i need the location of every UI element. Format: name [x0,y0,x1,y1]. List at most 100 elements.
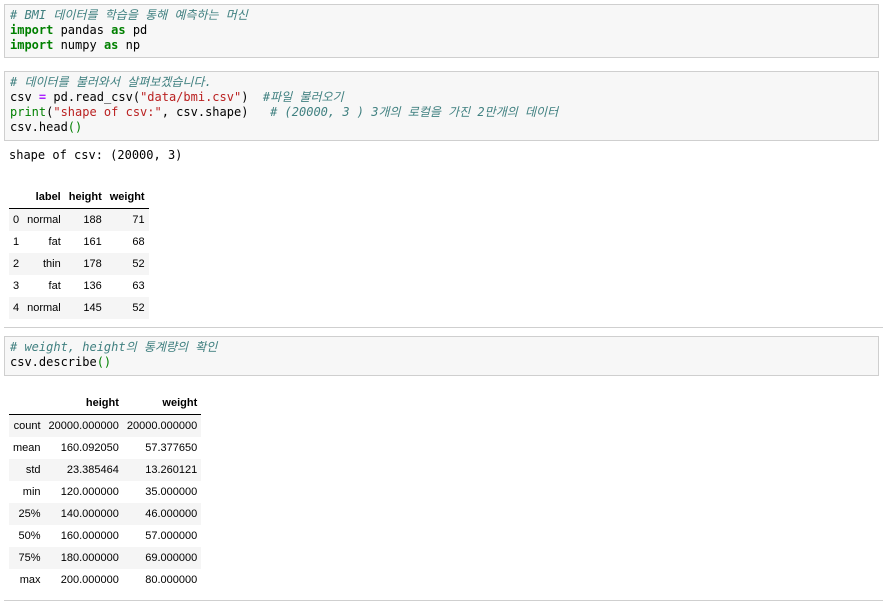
table-row: count 20000.000000 20000.000000 [9,414,202,437]
index-header [9,392,45,415]
stat-name: 75% [18,552,41,564]
cell-height: 200.000000 [60,574,119,586]
cell-weight: 63 [132,280,145,292]
column-header-weight: weight [162,397,198,409]
code-line: csv.describe() [10,355,873,370]
column-header-label: label [35,191,61,203]
code-token: # BMI 데이터를 학습을 통해 예측하는 머신 [10,8,248,22]
cell-height: 23.385464 [66,464,119,476]
code-token: # (20000, 3 ) 3개의 로컬을 가진 2만개의 데이터 [270,105,559,119]
stat-name: 25% [18,508,41,520]
cell-weight: 71 [132,214,145,226]
code-cell-describe[interactable]: # weight, height의 통계량의 확인 csv.describe() [4,336,879,376]
code-line: # weight, height의 통계량의 확인 [10,340,873,355]
cell-weight: 20000.000000 [126,420,198,432]
code-line: csv = pd.read_csv("data/bmi.csv") #파일 불러… [10,90,873,105]
cell-height: 160.092050 [60,442,119,454]
code-token: csv [10,90,39,104]
code-token: as [103,38,119,52]
row-index: 2 [13,258,20,270]
code-line: print("shape of csv:", csv.shape) # (200… [10,105,873,120]
table-row: mean 160.092050 57.377650 [9,437,202,459]
cell-weight: 68 [132,236,145,248]
code-cell-import[interactable]: # BMI 데이터를 학습을 통해 예측하는 머신 import pandas a… [4,4,879,58]
code-token: "shape of csv:" [53,105,162,119]
code-line: # BMI 데이터를 학습을 통해 예측하는 머신 [10,8,873,23]
row-index: 1 [13,236,20,248]
cell-label: fat [48,236,61,248]
code-token: , csv.shape) [161,105,271,119]
code-token: print [10,105,47,119]
stat-name: max [19,574,41,586]
row-index: 4 [13,302,20,314]
cell-height: 145 [83,302,102,314]
row-index: 3 [13,280,20,292]
cell-height: 20000.000000 [48,420,119,432]
stat-name: min [22,486,41,498]
code-line: # 데이터를 불러와서 살펴보겠습니다. [10,75,873,90]
code-token: as [111,23,126,37]
cell-weight: 80.000000 [145,574,198,586]
table-header-row: label height weight [9,186,149,209]
code-token: () [96,355,112,369]
cell-height: 136 [83,280,102,292]
head-dataframe-table: label height weight 0 normal 188 71 1 fat 161… [9,186,149,319]
cell-weight: 13.260121 [145,464,198,476]
code-token: ) [241,90,263,104]
cell-weight: 35.000000 [145,486,198,498]
code-line: csv.head() [10,120,873,135]
cell-weight: 69.000000 [145,552,198,564]
describe-dataframe-table: height weight count 20000.000000 20000.000… [9,392,202,591]
shape-output-text: shape of csv: (20000, 3) [9,148,183,162]
code-token: pd [125,23,148,37]
code-token: import [10,38,54,52]
stat-name: 50% [18,530,41,542]
cell-height: 140.000000 [60,508,119,520]
table-row: 1 fat 161 68 [9,231,149,253]
table-row: 3 fat 136 63 [9,275,149,297]
table-header-row: height weight [9,392,202,415]
code-token: pd.read_csv( [46,90,141,104]
code-token: csv.describe [10,355,97,369]
code-line: import numpy as np [10,38,873,53]
table-row: 0 normal 188 71 [9,208,149,231]
cell-height: 161 [83,236,102,248]
cell-label: normal [27,302,61,314]
table-row: max 200.000000 80.000000 [9,569,202,591]
code-token: # 데이터를 불러와서 살펴보겠습니다. [10,75,212,89]
column-header-height: height [68,191,102,203]
cell-height: 188 [83,214,102,226]
index-header [9,186,23,209]
cell-height: 178 [83,258,102,270]
code-token: import [10,23,54,37]
table-row: 4 normal 145 52 [9,297,149,319]
code-token: "data/bmi.csv" [140,90,242,104]
table-row: std 23.385464 13.260121 [9,459,202,481]
cell-weight: 57.377650 [145,442,198,454]
table-row: 50% 160.000000 57.000000 [9,525,202,547]
table-row: 25% 140.000000 46.000000 [9,503,202,525]
code-token: () [67,120,83,134]
cell-label: thin [43,258,61,270]
stat-name: std [25,464,41,476]
cell-label: normal [27,214,61,226]
stat-name: mean [13,442,41,454]
table-row: 2 thin 178 52 [9,253,149,275]
table-row: 75% 180.000000 69.000000 [9,547,202,569]
code-token: numpy [53,38,104,52]
cell-divider [4,327,883,328]
column-header-height: height [85,397,119,409]
cell-height: 120.000000 [60,486,119,498]
cell-weight: 52 [132,302,145,314]
code-token: np [118,38,141,52]
cell-divider [4,600,883,601]
column-header-weight: weight [109,191,145,203]
code-cell-read-csv[interactable]: # 데이터를 불러와서 살펴보겠습니다. csv = pd.read_csv("d… [4,71,879,141]
code-token: csv.head [10,120,68,134]
code-token: # weight, height의 통계량의 확인 [10,340,218,354]
code-line: import pandas as pd [10,23,873,38]
cell-weight: 52 [132,258,145,270]
cell-weight: 46.000000 [145,508,198,520]
code-token: pandas [53,23,112,37]
cell-height: 160.000000 [60,530,119,542]
